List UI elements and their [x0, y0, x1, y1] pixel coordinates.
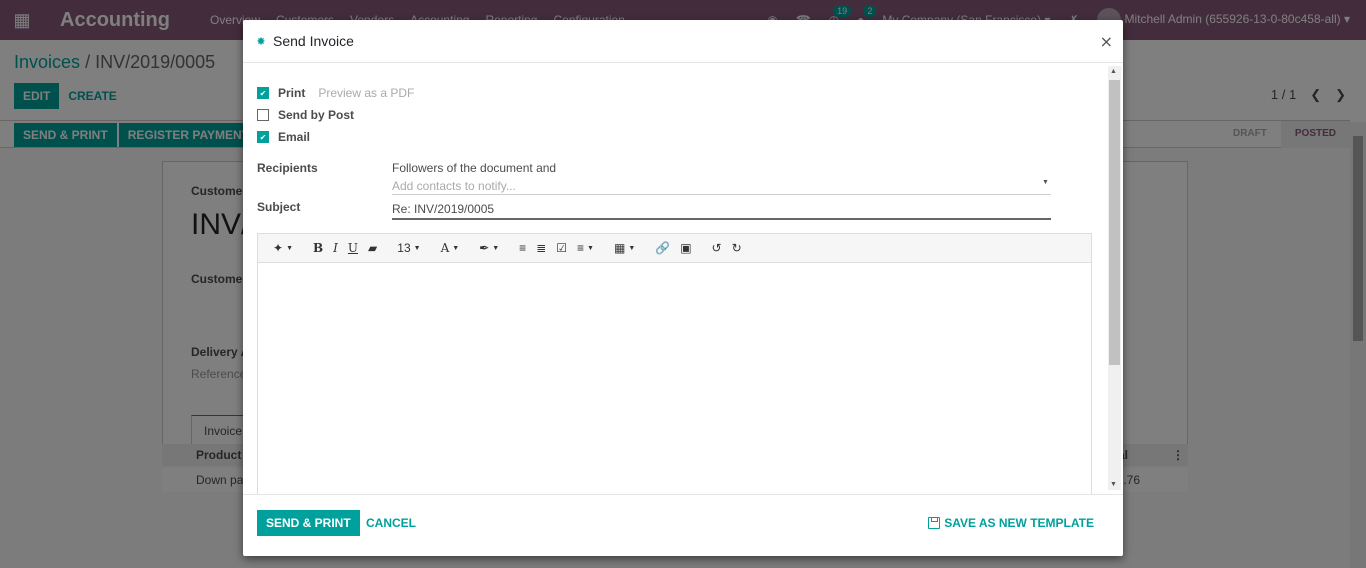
underline-button[interactable]: U — [343, 237, 363, 259]
brush-icon[interactable]: ✒ ▼ — [474, 237, 504, 259]
option-send-by-post[interactable]: Send by Post — [257, 108, 354, 122]
font-color-icon: A — [440, 241, 450, 255]
save-as-template-button[interactable]: SAVE AS NEW TEMPLATE — [919, 510, 1103, 536]
image-icon[interactable]: ▣ — [675, 237, 696, 259]
eraser-icon[interactable]: ▰ — [363, 237, 382, 259]
scroll-up-icon[interactable]: ▲ — [1110, 68, 1117, 75]
modal-header: ✸ Send Invoice × — [243, 20, 1123, 63]
font-size-value: 13 — [397, 241, 411, 255]
modal-footer: SEND & PRINT CANCEL SAVE AS NEW TEMPLATE — [243, 494, 1123, 556]
email-body-editor: ✦ ▼ B I U ▰ 13 ▼ A ▼ ✒ ▼ ≡ ≣ ☑ ≡ ▼ ▦ ▼ 🔗… — [257, 233, 1092, 494]
font-size-dropdown[interactable]: 13 ▼ — [392, 237, 425, 259]
recipients-followers-text: Followers of the document and — [392, 161, 557, 175]
email-label: Email — [278, 130, 311, 144]
print-checkbox[interactable]: ✔ — [257, 87, 269, 99]
style-magic-wand-icon[interactable]: ✦ ▼ — [268, 237, 298, 259]
table-icon[interactable]: ▦ ▼ — [609, 237, 640, 259]
print-label: Print — [278, 86, 306, 100]
option-print[interactable]: ✔ Print Preview as a PDF — [257, 86, 414, 100]
checklist-icon[interactable]: ☑ — [551, 237, 572, 259]
email-checkbox[interactable]: ✔ — [257, 131, 269, 143]
recipients-dropdown-icon[interactable]: ▼ — [1042, 179, 1049, 186]
modal-scrollbar-thumb[interactable] — [1109, 80, 1120, 365]
email-body-textarea[interactable] — [258, 263, 1091, 494]
option-email[interactable]: ✔ Email — [257, 130, 310, 144]
align-icon[interactable]: ≡ ▼ — [572, 237, 599, 259]
redo-icon[interactable]: ↻ — [727, 237, 747, 259]
subject-input[interactable] — [392, 200, 1051, 220]
save-icon — [928, 517, 941, 529]
modal-title: Send Invoice — [273, 33, 354, 49]
ordered-list-icon[interactable]: ≣ — [531, 237, 551, 259]
modal-scrollbar[interactable]: ▲ ▼ — [1108, 66, 1121, 490]
close-icon[interactable]: × — [1100, 32, 1113, 51]
link-icon[interactable]: 🔗 — [650, 237, 675, 259]
recipients-label: Recipients — [257, 161, 318, 175]
recipients-input[interactable] — [392, 177, 1051, 195]
send-by-post-label: Send by Post — [278, 108, 355, 122]
scroll-down-icon[interactable]: ▼ — [1110, 481, 1117, 488]
cancel-button[interactable]: CANCEL — [357, 510, 425, 536]
bold-button[interactable]: B — [308, 237, 328, 259]
send-invoice-dialog: ✸ Send Invoice × ✔ Print Preview as a PD… — [243, 20, 1123, 556]
print-hint: Preview as a PDF — [318, 86, 415, 100]
italic-button[interactable]: I — [328, 237, 343, 259]
send-by-post-checkbox[interactable] — [257, 109, 269, 121]
bug-icon: ✸ — [256, 35, 266, 48]
editor-toolbar: ✦ ▼ B I U ▰ 13 ▼ A ▼ ✒ ▼ ≡ ≣ ☑ ≡ ▼ ▦ ▼ 🔗… — [258, 234, 1091, 263]
undo-icon[interactable]: ↺ — [707, 237, 727, 259]
send-print-dialog-button[interactable]: SEND & PRINT — [257, 510, 360, 536]
save-as-template-label: SAVE AS NEW TEMPLATE — [944, 516, 1094, 530]
font-color-dropdown[interactable]: A ▼ — [436, 237, 465, 259]
unordered-list-icon[interactable]: ≡ — [514, 237, 531, 259]
modal-body: ✔ Print Preview as a PDF Send by Post ✔ … — [243, 64, 1123, 494]
subject-label: Subject — [257, 200, 301, 214]
